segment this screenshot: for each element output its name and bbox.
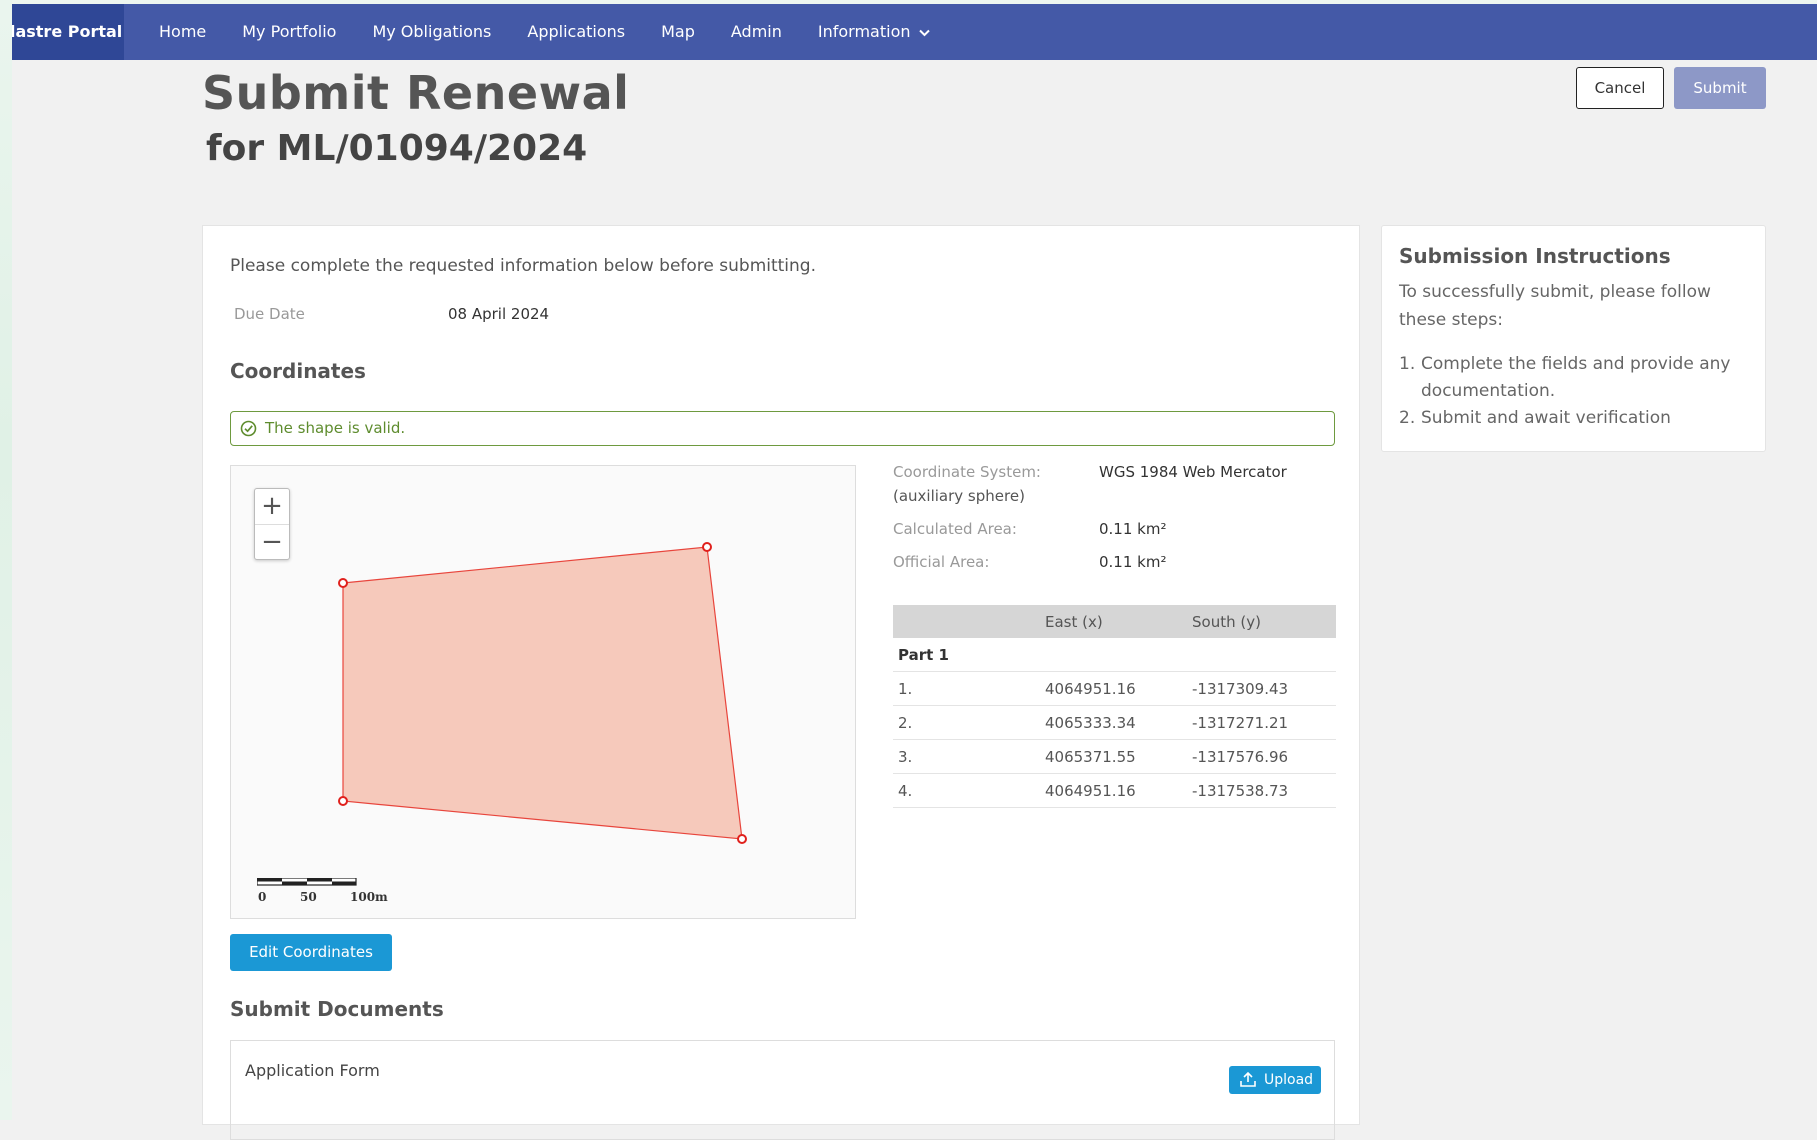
official-area-row: Official Area: 0.11 km² (893, 553, 1353, 571)
parcel-vertex-1 (338, 578, 348, 588)
check-circle-icon (240, 420, 257, 437)
submit-button[interactable]: Submit (1674, 67, 1766, 109)
nav-item-home[interactable]: Home (159, 4, 206, 60)
row-south: -1317538.73 (1187, 773, 1336, 808)
shape-valid-text: The shape is valid. (265, 419, 406, 437)
instructions-steps: 1. Complete the fields and provide any do… (1399, 351, 1759, 432)
upload-button[interactable]: Upload (1229, 1066, 1321, 1094)
upload-icon (1240, 1071, 1256, 1087)
instructions-body: To successfully submit, please follow th… (1399, 282, 1711, 330)
parcel-polygon (342, 546, 743, 840)
upload-button-label: Upload (1264, 1072, 1314, 1088)
scale-label-50: 50 (300, 890, 317, 904)
calculated-area-row: Calculated Area: 0.11 km² (893, 520, 1353, 538)
row-east: 4064951.16 (1040, 671, 1187, 706)
coord-system-value: WGS 1984 Web Mercator (1099, 463, 1287, 481)
row-south: -1317576.96 (1187, 739, 1336, 774)
row-east: 4065371.55 (1040, 739, 1187, 774)
table-header-south: South (y) (1187, 605, 1336, 638)
list-item: 2. Submit and await verification (1399, 405, 1759, 432)
nav-item-applications[interactable]: Applications (527, 4, 625, 60)
row-index: 4. (893, 773, 1040, 808)
row-index: 3. (893, 739, 1040, 774)
chevron-down-icon (918, 5, 930, 61)
renewal-form-panel: Please complete the requested informatio… (202, 225, 1360, 1140)
shape-valid-alert: The shape is valid. (230, 411, 1335, 446)
nav-links: Home My Portfolio My Obligations Applica… (159, 4, 966, 60)
nav-item-my-portfolio[interactable]: My Portfolio (242, 4, 336, 60)
parcel-vertex-4 (338, 796, 348, 806)
coordinates-heading: Coordinates (230, 359, 366, 383)
row-south: -1317309.43 (1187, 671, 1336, 706)
coord-system-row: Coordinate System: WGS 1984 Web Mercator (893, 463, 1353, 481)
instructions-title: Submission Instructions (1399, 244, 1671, 268)
step-number: 2. (1399, 408, 1416, 428)
row-index: 2. (893, 705, 1040, 740)
edit-coordinates-button[interactable]: Edit Coordinates (230, 934, 392, 971)
parcel-polygon-layer (338, 542, 747, 844)
scale-label-100m: 100m (350, 890, 388, 904)
step-number: 1. (1399, 354, 1416, 374)
row-east: 4064951.16 (1040, 773, 1187, 808)
brand-logo-text[interactable]: dastre Portal (12, 4, 124, 60)
row-index: 1. (893, 671, 1040, 706)
coordinates-map[interactable]: + − 0 50 100m (230, 465, 856, 919)
nav-item-my-obligations[interactable]: My Obligations (372, 4, 491, 60)
table-row: 1. 4064951.16 -1317309.43 (893, 671, 1336, 706)
table-part-row: Part 1 (893, 638, 1336, 672)
coord-system-label-cont: (auxiliary sphere) (893, 487, 1025, 505)
calculated-area-label: Calculated Area: (893, 520, 1017, 538)
nav-item-admin[interactable]: Admin (731, 4, 782, 60)
part-label: Part 1 (893, 638, 1336, 672)
coord-system-row-cont: (auxiliary sphere) (893, 487, 1353, 505)
table-row: 4. 4064951.16 -1317538.73 (893, 773, 1336, 808)
scale-bar-graphic (257, 878, 357, 886)
table-row: 3. 4065371.55 -1317576.96 (893, 739, 1336, 774)
table-header-index (893, 605, 1040, 638)
table-header-east: East (x) (1040, 605, 1187, 638)
nav-item-information-label: Information (817, 22, 911, 41)
calculated-area-value: 0.11 km² (1099, 520, 1167, 538)
top-navbar: dastre Portal Home My Portfolio My Oblig… (12, 4, 1817, 60)
nav-item-information[interactable]: Information (818, 4, 930, 60)
list-item: 1. Complete the fields and provide any do… (1399, 351, 1759, 405)
step-text: Complete the fields and provide any docu… (1421, 354, 1731, 401)
left-background-strip (0, 0, 12, 1120)
zoom-in-button[interactable]: + (255, 489, 289, 525)
official-area-label: Official Area: (893, 553, 990, 571)
table-header-row: East (x) South (y) (893, 605, 1336, 638)
nav-item-map[interactable]: Map (661, 4, 695, 60)
parcel-vertex-2 (702, 542, 712, 552)
submission-instructions-panel: Submission Instructions To successfully … (1381, 225, 1766, 452)
scale-label-0: 0 (258, 890, 267, 904)
document-label: Application Form (245, 1061, 380, 1080)
parcel-vertex-3 (737, 834, 747, 844)
due-date-label: Due Date (234, 305, 305, 323)
due-date-value: 08 April 2024 (448, 305, 550, 323)
submit-documents-heading: Submit Documents (230, 997, 444, 1021)
table-row: 2. 4065333.34 -1317271.21 (893, 705, 1336, 740)
document-item-application-form: Application Form Upload (230, 1040, 1335, 1140)
coord-system-label: Coordinate System: (893, 463, 1041, 481)
form-intro-text: Please complete the requested informatio… (230, 256, 817, 276)
page-title: Submit Renewal (202, 66, 630, 120)
row-south: -1317271.21 (1187, 705, 1336, 740)
map-zoom-control: + − (254, 488, 290, 560)
cancel-button[interactable]: Cancel (1576, 67, 1664, 109)
step-text: Submit and await verification (1421, 408, 1671, 428)
row-east: 4065333.34 (1040, 705, 1187, 740)
coordinates-table: East (x) South (y) Part 1 1. 4064951.16 … (893, 605, 1336, 808)
page-subtitle: for ML/01094/2024 (206, 128, 588, 169)
official-area-value: 0.11 km² (1099, 553, 1167, 571)
zoom-out-button[interactable]: − (255, 525, 289, 560)
